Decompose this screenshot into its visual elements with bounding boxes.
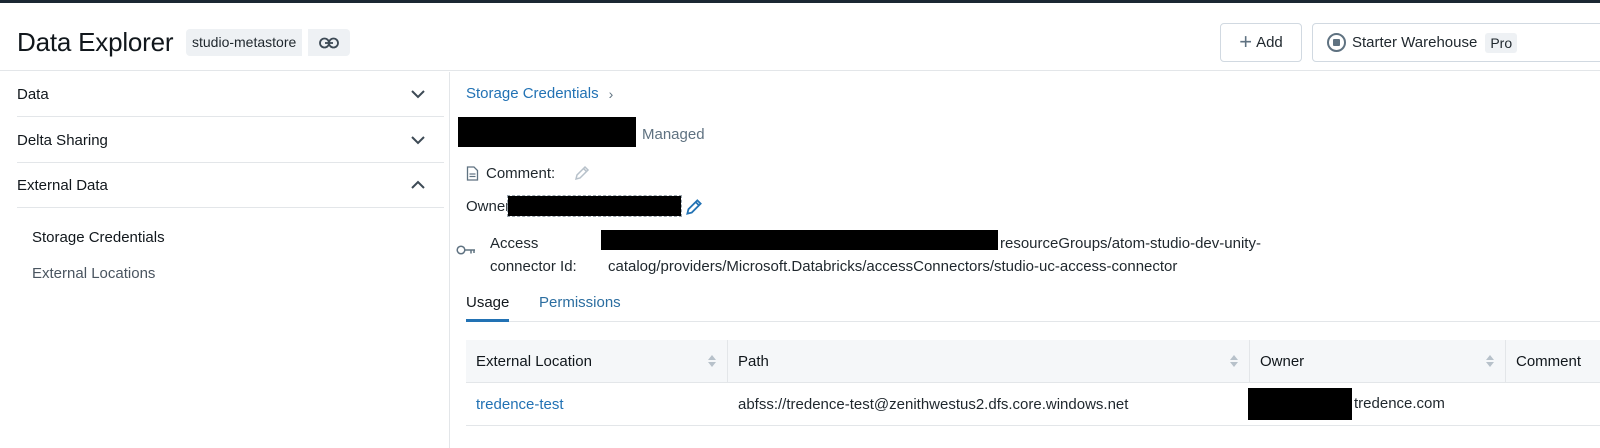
warehouse-tier-badge: Pro: [1485, 32, 1518, 53]
sort-icon: [1486, 354, 1494, 367]
sidebar-section-label: Delta Sharing: [17, 131, 108, 149]
chevron-up-icon: [411, 180, 425, 189]
link-icon: [319, 37, 339, 48]
document-icon: [466, 165, 479, 181]
warehouse-name: Starter Warehouse: [1352, 34, 1478, 51]
sidebar-section-delta-sharing[interactable]: Delta Sharing: [17, 118, 444, 163]
sort-icon: [708, 354, 716, 367]
table-row: tredence-test abfss://tredence-test@zeni…: [466, 383, 1600, 426]
chevron-down-icon: [411, 90, 425, 99]
sidebar-section-label: Data: [17, 85, 49, 103]
add-button[interactable]: + Add: [1220, 23, 1302, 62]
sidebar: Data Delta Sharing External Data Storage…: [0, 72, 450, 448]
redacted-owner-email: [1248, 388, 1352, 420]
chevron-right-icon: ›: [608, 85, 614, 102]
breadcrumb-storage-credentials[interactable]: Storage Credentials: [466, 85, 599, 102]
access-connector-label: Access connector Id:: [490, 235, 577, 275]
column-header-path[interactable]: Path: [728, 339, 1250, 383]
access-connector-value-line1: resourceGroups/atom-studio-dev-unity-: [1000, 235, 1261, 252]
sidebar-item-storage-credentials[interactable]: Storage Credentials: [32, 229, 165, 246]
edit-comment-pencil-icon[interactable]: [573, 164, 591, 182]
column-header-owner[interactable]: Owner: [1250, 339, 1506, 383]
redacted-credential-name: [458, 117, 636, 147]
chevron-down-icon: [411, 136, 425, 145]
main-content: Storage Credentials › Managed Comment: O…: [451, 72, 1600, 448]
tabs: Usage Permissions: [466, 292, 1600, 322]
key-icon: [456, 245, 475, 255]
path-cell: abfss://tredence-test@zenithwestus2.dfs.…: [738, 395, 1129, 413]
warehouse-stopped-icon: [1327, 33, 1346, 52]
comment-label: Comment:: [486, 164, 556, 182]
column-header-external-location[interactable]: External Location: [466, 339, 728, 383]
column-header-label: Path: [738, 352, 769, 370]
external-location-link[interactable]: tredence-test: [466, 396, 728, 413]
column-header-label: Owner: [1260, 352, 1305, 370]
redacted-access-connector-prefix: [601, 230, 998, 250]
tab-permissions[interactable]: Permissions: [539, 294, 621, 322]
sidebar-section-data[interactable]: Data: [17, 72, 444, 117]
sidebar-section-label: External Data: [17, 176, 108, 194]
owner-email-suffix: tredence.com: [1354, 395, 1445, 412]
add-button-label: Add: [1256, 34, 1283, 51]
breadcrumb: Storage Credentials ›: [466, 85, 613, 102]
column-header-comment[interactable]: Comment: [1506, 340, 1600, 383]
usage-table: External Location Path Owner Comment tre…: [466, 339, 1600, 426]
sidebar-item-external-locations[interactable]: External Locations: [32, 265, 155, 282]
tab-usage[interactable]: Usage: [466, 294, 510, 322]
credential-type-label: Managed: [642, 126, 705, 143]
access-connector-value-line2: catalog/providers/Microsoft.Databricks/a…: [608, 258, 1178, 275]
page-header: Data Explorer studio-metastore + Add Sta…: [0, 3, 1600, 71]
sort-icon: [1230, 354, 1238, 367]
column-header-label: External Location: [476, 352, 592, 370]
plus-icon: +: [1239, 28, 1253, 54]
page-title: Data Explorer: [17, 27, 174, 57]
metastore-badge[interactable]: studio-metastore: [186, 29, 303, 56]
edit-owner-pencil-icon[interactable]: [684, 197, 704, 217]
redacted-owner: [507, 195, 682, 217]
column-header-label: Comment: [1516, 352, 1582, 370]
table-header: External Location Path Owner Comment: [466, 339, 1600, 383]
copy-link-button[interactable]: [308, 29, 350, 56]
comment-row: Comment:: [466, 164, 591, 182]
warehouse-selector[interactable]: Starter Warehouse Pro: [1312, 23, 1600, 62]
sidebar-section-external-data[interactable]: External Data: [17, 163, 444, 208]
